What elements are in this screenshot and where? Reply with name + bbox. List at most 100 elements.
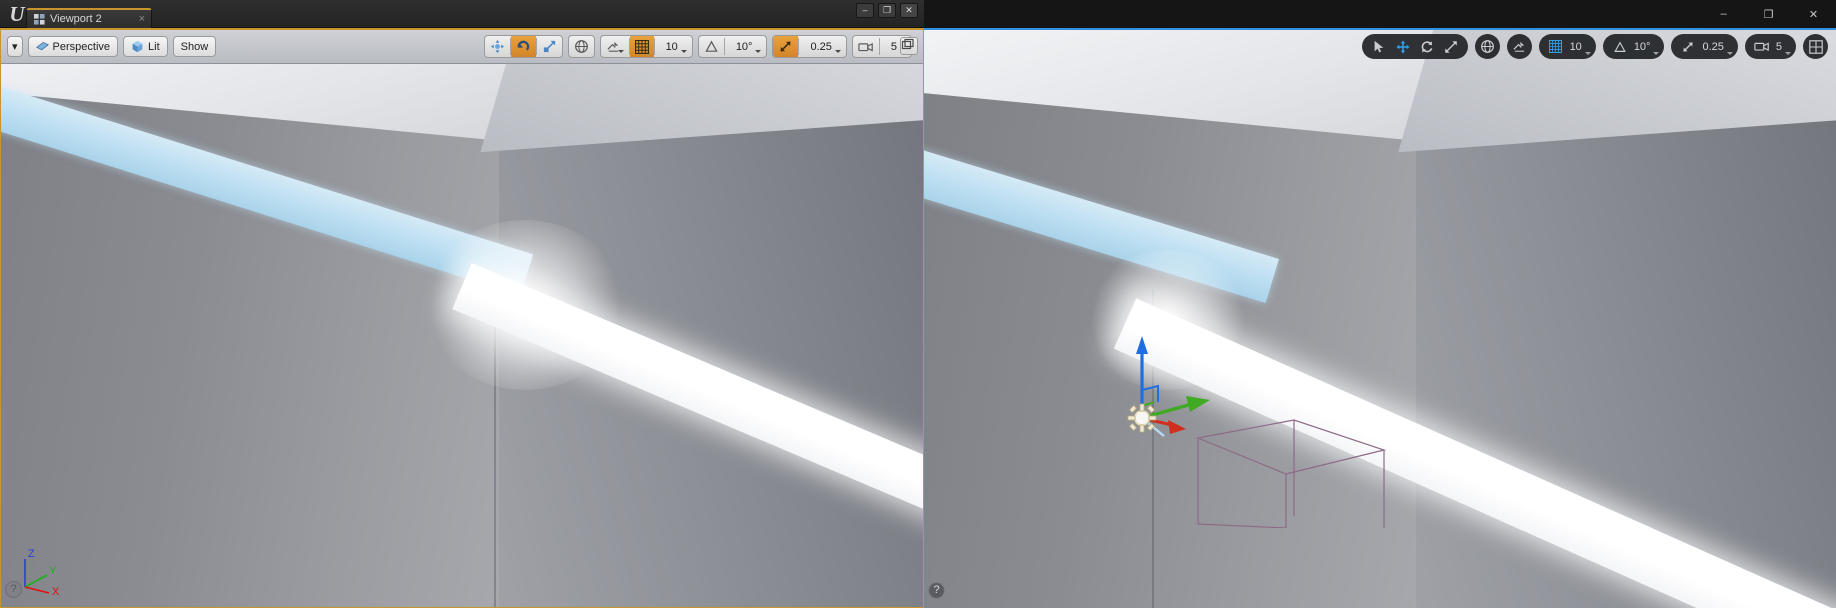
angle-snap-toggle[interactable] <box>1608 36 1632 57</box>
angle-snap-value-label[interactable]: 10° <box>1632 41 1656 53</box>
translate-mode-button[interactable] <box>485 36 510 57</box>
scale-snap-toggle[interactable] <box>773 36 799 57</box>
grid-snap-toggle[interactable] <box>629 36 654 57</box>
translate-mode-button[interactable] <box>1391 36 1415 57</box>
scale-box-icon <box>1444 40 1457 53</box>
camera-speed-button[interactable] <box>853 36 879 57</box>
grid-snap-value-label[interactable]: 10 <box>1568 41 1587 53</box>
left-viewport-toolbar: ▾ Perspective Lit Show 10 10° 0.25 5 <box>1 30 923 64</box>
right-viewport[interactable]: 10 10° 0.25 5 ? <box>924 28 1836 608</box>
maximize-viewport-icon <box>901 38 914 50</box>
scale-snap-icon <box>780 41 792 52</box>
camera-speed-button[interactable] <box>1750 36 1774 57</box>
left-viewport-render <box>1 30 923 607</box>
grid-icon <box>634 39 649 54</box>
view-options-menu[interactable]: ▾ <box>7 36 23 57</box>
close-button[interactable]: ✕ <box>1791 0 1836 28</box>
transform-mode-group <box>1361 34 1468 59</box>
scale-box-icon <box>543 40 555 53</box>
svg-text:Y: Y <box>49 565 57 577</box>
grid-snap-value[interactable]: 10 <box>655 36 692 57</box>
rotate-arc-icon <box>517 40 529 51</box>
tab-viewport-2[interactable]: Viewport 2 × <box>26 8 152 28</box>
surface-snap-button[interactable] <box>601 36 629 57</box>
restore-button[interactable]: ❐ <box>1746 0 1791 28</box>
camera-mode-label: Perspective <box>52 40 111 53</box>
view-mode-label: Lit <box>148 40 160 53</box>
chevron-down-icon <box>755 49 762 53</box>
angle-snap-value[interactable]: 10° <box>725 36 767 57</box>
angle-snap-group: 10° <box>1602 34 1665 59</box>
chevron-down-icon <box>1584 52 1591 55</box>
grid-snap-group: 10 <box>1538 34 1596 59</box>
show-menu-label: Show <box>180 40 209 53</box>
scale-snap-toggle[interactable] <box>1676 36 1700 57</box>
left-window-controls: – ❐ ✕ <box>856 3 918 18</box>
chevron-down-icon <box>1653 52 1660 55</box>
right-window-controls: – ❐ ✕ <box>1701 0 1836 28</box>
maximize-viewport-button[interactable] <box>1803 34 1828 59</box>
transform-mode-group <box>483 35 563 58</box>
angle-icon <box>705 40 718 52</box>
chevron-down-icon <box>834 49 841 53</box>
camera-speed-group: 5 <box>1744 34 1796 59</box>
cursor-arrow-icon <box>1374 40 1383 52</box>
volume-wireframe-icon <box>1195 419 1387 529</box>
camera-mode-dropdown[interactable]: Perspective <box>27 36 119 57</box>
world-coordinates-button[interactable] <box>1474 34 1500 59</box>
svg-text:X: X <box>52 586 60 595</box>
wireframe-volume-box[interactable] <box>1194 398 1389 529</box>
chevron-down-icon <box>1785 52 1791 55</box>
view-mode-dropdown[interactable]: Lit <box>123 36 168 57</box>
chevron-down-icon <box>617 49 624 53</box>
camera-icon <box>1754 42 1769 51</box>
chevron-down-icon <box>1726 52 1733 55</box>
right-window-titlebar[interactable]: – ❐ ✕ <box>924 0 1836 28</box>
translate-gizmo-icon <box>1127 336 1210 437</box>
chevron-down-icon: ▾ <box>12 41 18 53</box>
scale-snap-value[interactable]: 0.25 <box>799 36 845 57</box>
globe-icon <box>574 40 588 53</box>
close-button[interactable]: ✕ <box>900 3 918 18</box>
chevron-down-icon <box>680 49 687 53</box>
surface-snap-button[interactable] <box>1506 34 1532 59</box>
rotate-mode-button[interactable] <box>1415 36 1439 57</box>
scale-snap-icon <box>1683 41 1694 52</box>
viewport-window-left: U Viewport 2 × – ❐ ✕ ▾ Perspective Lit S… <box>0 0 924 608</box>
maximize-viewport-button[interactable] <box>900 37 918 55</box>
maximize-viewport-icon <box>1808 39 1823 54</box>
viewport-window-right: – ❐ ✕ 10 10° 0.25 5 ? <box>924 0 1836 608</box>
translate-gizmo[interactable] <box>1120 330 1210 437</box>
right-viewport-toolbar: 10 10° 0.25 5 <box>1361 34 1828 59</box>
minimize-button[interactable]: – <box>1701 0 1746 28</box>
snapping-group: 10 <box>599 35 693 58</box>
select-mode-button[interactable] <box>1367 36 1391 57</box>
scale-snap-group: 0.25 <box>772 35 847 58</box>
scale-mode-button[interactable] <box>537 36 562 57</box>
right-help-button[interactable]: ? <box>928 582 945 599</box>
left-viewport[interactable]: ▾ Perspective Lit Show 10 10° 0.25 5 Z Y… <box>0 28 924 608</box>
camera-speed-value-label[interactable]: 5 <box>1774 41 1787 53</box>
lit-cube-icon <box>132 40 143 53</box>
perspective-camera-icon <box>35 41 49 51</box>
tab-label: Viewport 2 <box>50 13 102 25</box>
tab-close-icon[interactable]: × <box>139 12 145 27</box>
grid-snap-toggle[interactable] <box>1544 36 1568 57</box>
rotate-mode-button[interactable] <box>510 36 536 57</box>
grid-icon <box>1549 40 1563 53</box>
angle-icon <box>1614 40 1626 52</box>
svg-text:Z: Z <box>28 548 35 560</box>
move-arrows-icon <box>490 39 504 54</box>
left-help-button[interactable]: ? <box>5 581 22 598</box>
angle-snap-toggle[interactable] <box>699 36 724 57</box>
scale-snap-value-label: 0.25 <box>810 40 832 53</box>
restore-button[interactable]: ❐ <box>878 3 896 18</box>
minimize-button[interactable]: – <box>856 3 874 18</box>
scale-snap-value-label[interactable]: 0.25 <box>1700 41 1728 53</box>
world-coordinates-button[interactable] <box>569 36 594 57</box>
left-window-titlebar[interactable]: U Viewport 2 × – ❐ ✕ <box>0 0 924 28</box>
show-menu-dropdown[interactable]: Show <box>172 36 217 57</box>
surface-snap-icon <box>1513 41 1524 52</box>
angle-snap-group: 10° <box>697 35 768 58</box>
scale-mode-button[interactable] <box>1439 36 1463 57</box>
